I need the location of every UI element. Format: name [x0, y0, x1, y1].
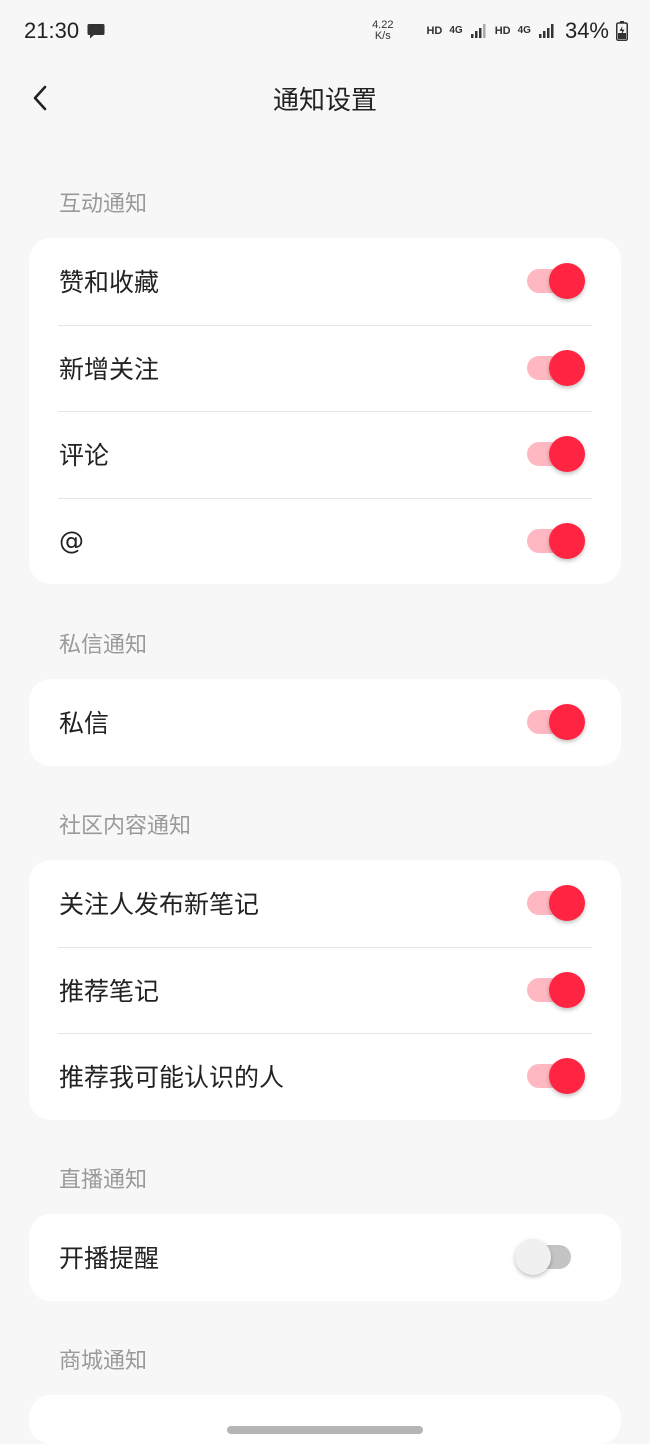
net-speed-unit: K/s — [374, 30, 391, 42]
setting-label: 开播提醒 — [59, 1244, 160, 1274]
setting-label: 评论 — [59, 441, 110, 471]
setting-label: 赞和收藏 — [59, 268, 160, 298]
toggle-mentions[interactable] — [527, 521, 587, 561]
setting-row-followed-new-notes[interactable]: 关注人发布新笔记 — [29, 860, 621, 947]
card-mall — [29, 1395, 621, 1444]
section-title-private-messages: 私信通知 — [59, 633, 148, 658]
toggle-new-followers[interactable] — [527, 348, 587, 388]
network-type-2: 4G — [517, 25, 531, 36]
toggle-recommended-notes[interactable] — [527, 970, 587, 1010]
setting-row-live-start-reminder[interactable]: 开播提醒 — [29, 1214, 621, 1301]
setting-row-people-you-may-know[interactable]: 推荐我可能认识的人 — [29, 1033, 621, 1120]
section-title-community: 社区内容通知 — [59, 814, 192, 839]
header: 通知设置 — [0, 62, 650, 134]
card-community: 关注人发布新笔记 推荐笔记 推荐我可能认识的人 — [29, 860, 621, 1120]
setting-row-recommended-notes[interactable]: 推荐笔记 — [29, 946, 621, 1034]
setting-label: 关注人发布新笔记 — [59, 890, 260, 920]
card-interaction: 赞和收藏 新增关注 评论 @ — [29, 238, 621, 584]
status-time: 21:30 — [24, 18, 80, 43]
toggle-private-messages[interactable] — [527, 702, 587, 742]
setting-label: 新增关注 — [59, 354, 160, 384]
setting-row-comments[interactable]: 评论 — [29, 411, 621, 498]
net-speed: 4.22 K/s — [372, 20, 393, 42]
hd-badge: HD — [426, 25, 443, 37]
toggle-live-start-reminder[interactable] — [515, 1237, 573, 1277]
toggle-comments[interactable] — [527, 434, 587, 474]
setting-row-mentions[interactable]: @ — [29, 497, 621, 585]
toggle-followed-new-notes[interactable] — [527, 883, 587, 923]
card-live: 开播提醒 — [29, 1214, 621, 1301]
hd-badge-2: HD — [494, 25, 511, 37]
network-type: 4G — [449, 25, 463, 36]
toggle-likes-collects[interactable] — [527, 261, 587, 301]
signal-icon-2 — [538, 24, 554, 38]
setting-row-likes-collects[interactable]: 赞和收藏 — [29, 238, 621, 325]
section-title-live: 直播通知 — [59, 1168, 148, 1193]
setting-row-new-followers[interactable]: 新增关注 — [29, 324, 621, 412]
setting-label: 私信 — [59, 709, 110, 739]
setting-row-private-messages[interactable]: 私信 — [29, 679, 621, 766]
setting-label: 推荐笔记 — [59, 976, 160, 1006]
section-title-mall: 商城通知 — [59, 1349, 148, 1374]
page-title: 通知设置 — [272, 86, 377, 116]
setting-label: 推荐我可能认识的人 — [59, 1063, 285, 1093]
home-indicator[interactable] — [227, 1426, 423, 1434]
battery-icon — [616, 21, 628, 41]
toggle-people-you-may-know[interactable] — [527, 1056, 587, 1096]
message-icon — [87, 24, 105, 39]
setting-label: @ — [59, 526, 84, 556]
card-private-messages: 私信 — [29, 679, 621, 766]
signal-icon — [470, 24, 486, 38]
battery-percent: 34% — [564, 18, 609, 43]
status-bar: 21:30 4.22 K/s HD 4G HD 4G 34% — [0, 0, 650, 62]
section-title-interaction: 互动通知 — [59, 192, 148, 217]
